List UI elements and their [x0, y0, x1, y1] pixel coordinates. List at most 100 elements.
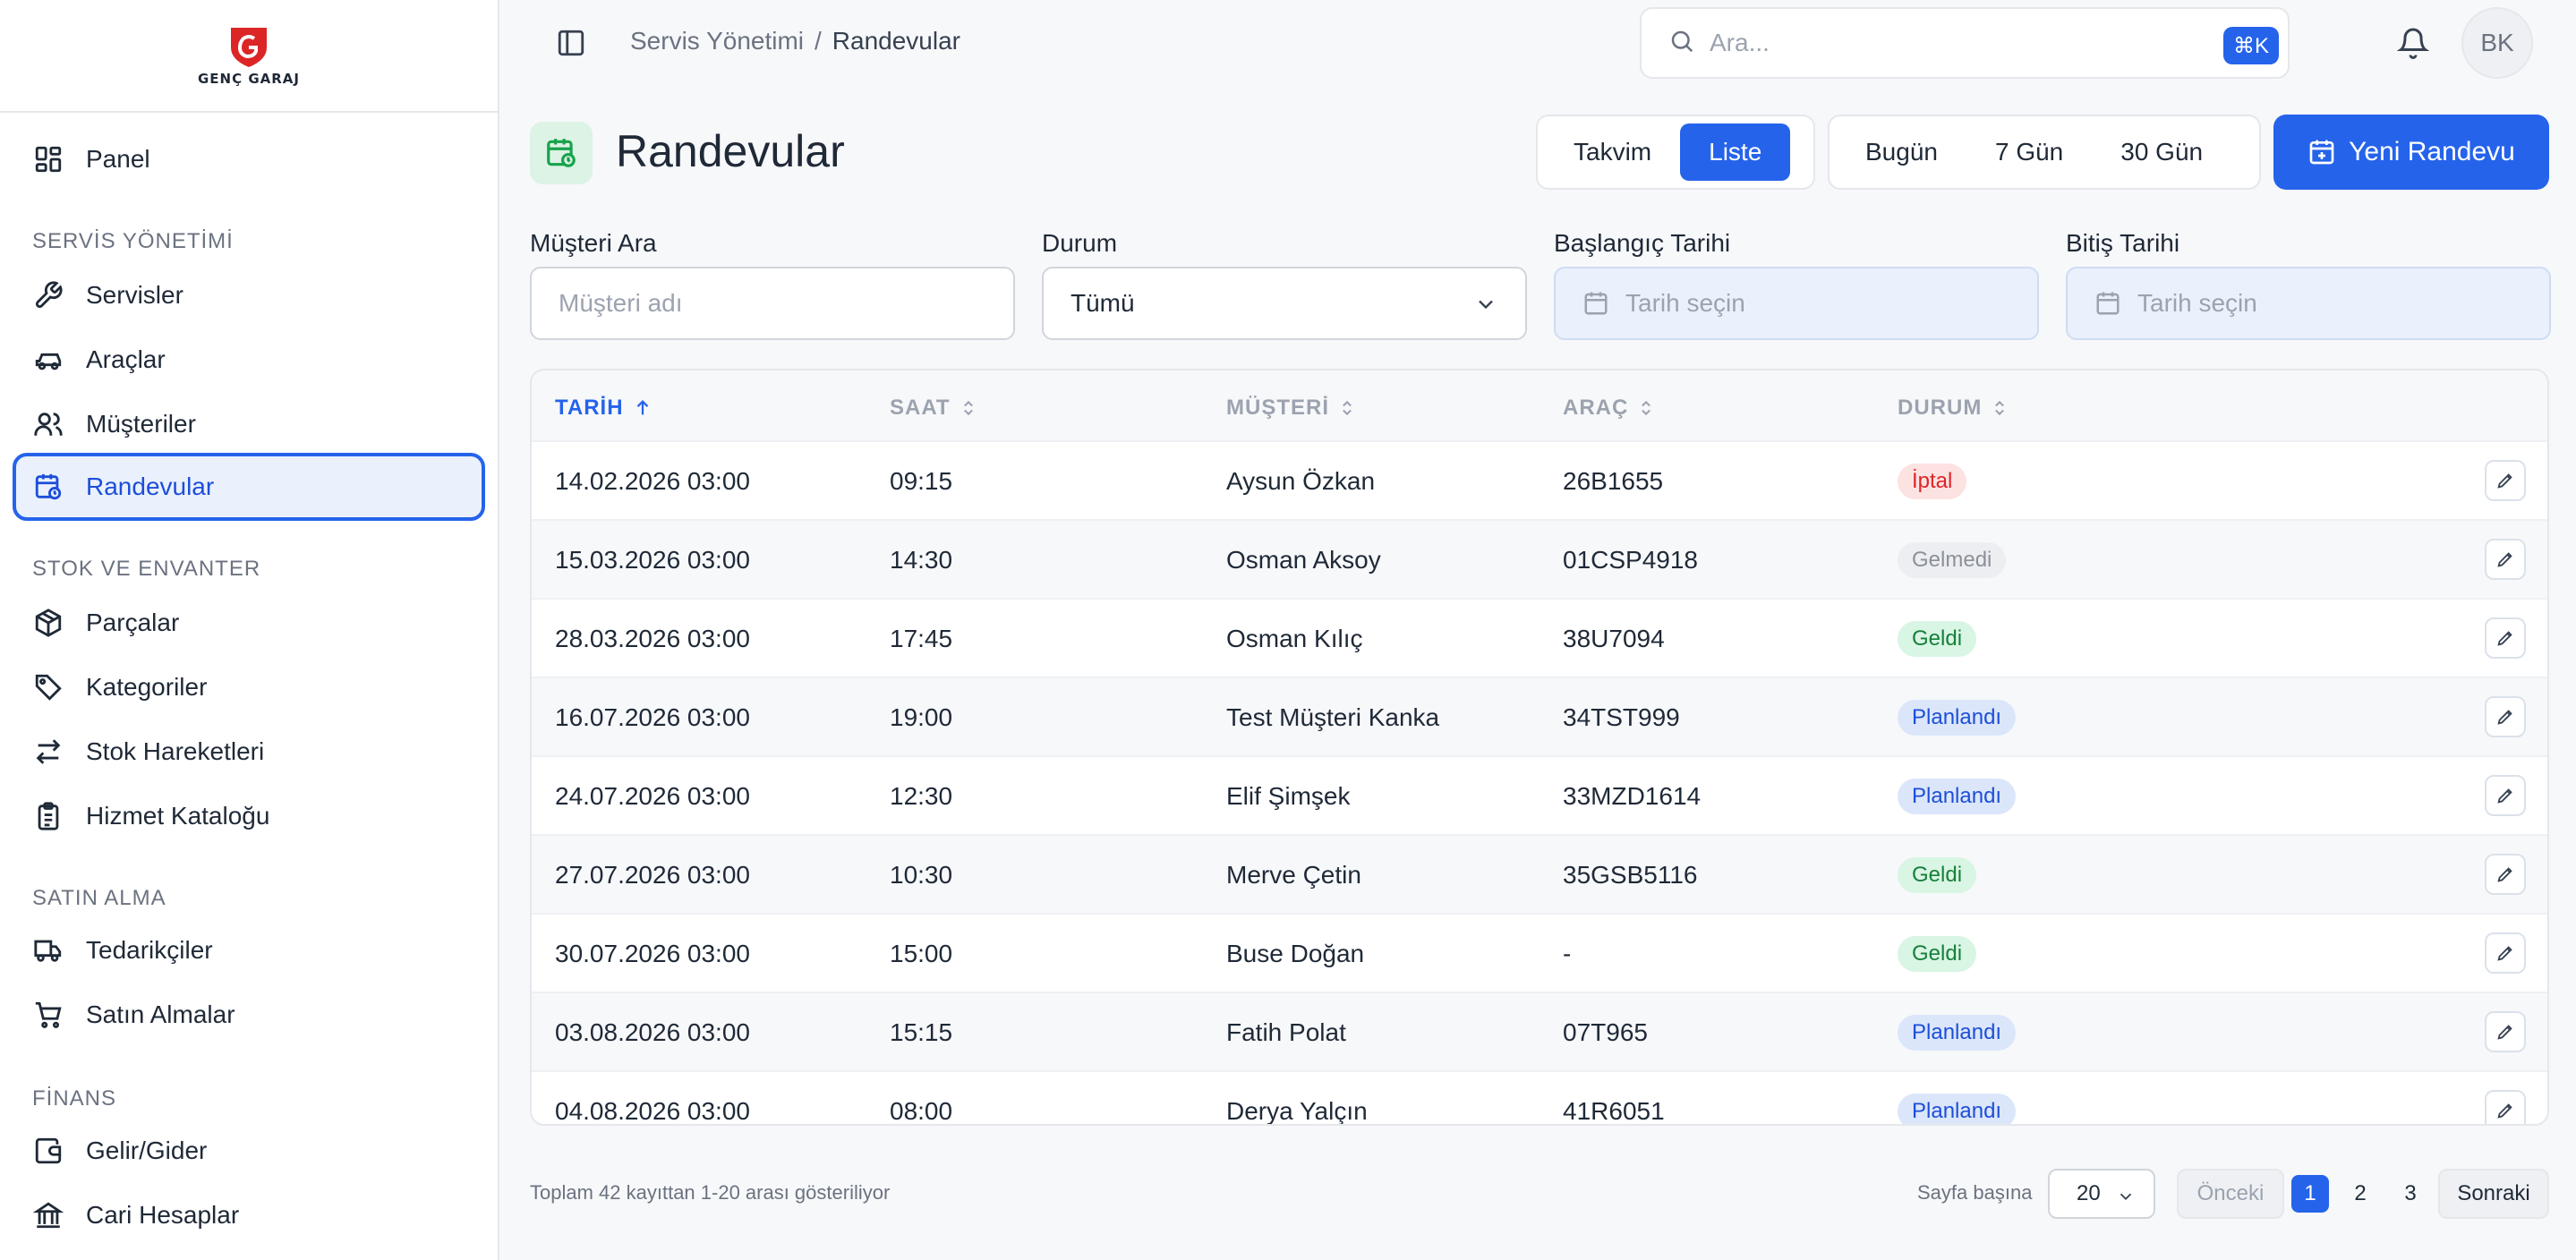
range-filter: Bugün 7 Gün 30 Gün — [1828, 115, 2261, 190]
pencil-icon — [2497, 867, 2512, 882]
sidebar-item-panel[interactable]: Panel — [13, 125, 485, 193]
status-select-value: Tümü — [1070, 289, 1135, 317]
customer-search-input[interactable]: Müşteri adı — [530, 267, 1015, 340]
calendar-icon — [1582, 290, 1609, 317]
range-30gun-button[interactable]: 30 Gün — [2092, 123, 2231, 181]
table-row[interactable]: 28.03.2026 03:00 17:45 Osman Kılıç 38U7094 G… — [532, 600, 2547, 678]
sidebar-item-kategoriler[interactable]: Kategoriler — [13, 653, 485, 721]
sidebar-item-label: Satın Almalar — [86, 1000, 235, 1028]
pagination-page-3[interactable]: 3 — [2392, 1169, 2429, 1219]
table-row[interactable]: 30.07.2026 03:00 15:00 Buse Doğan - Geldi — [532, 915, 2547, 993]
start-date-input[interactable]: Tarih seçin — [1554, 267, 2039, 340]
table-row[interactable]: 15.03.2026 03:00 14:30 Osman Aksoy 01CSP491… — [532, 521, 2547, 600]
pagination-page-1[interactable]: 1 — [2291, 1175, 2329, 1213]
column-header-label: SAAT — [890, 396, 951, 420]
sidebar-item-label: Tedarikçiler — [86, 936, 213, 964]
table-row[interactable]: 03.08.2026 03:00 15:15 Fatih Polat 07T965 Pl… — [532, 993, 2547, 1072]
sidebar-item-stok-hareketleri[interactable]: Stok Hareketleri — [13, 718, 485, 786]
cell-musteri: Aysun Özkan — [1226, 467, 1376, 495]
sidebar-item-tedarikciler[interactable]: Tedarikçiler — [13, 916, 485, 984]
edit-button[interactable] — [2485, 932, 2526, 974]
sidebar-item-hizmet-katalogu[interactable]: Hizmet Kataloğu — [13, 782, 485, 850]
column-header-saat[interactable]: SAAT — [890, 396, 977, 421]
start-date-placeholder: Tarih seçin — [1625, 289, 1745, 317]
sidebar-item-musteriler[interactable]: Müşteriler — [13, 390, 485, 458]
cell-tarih: 24.07.2026 03:00 — [555, 782, 750, 810]
view-liste-button[interactable]: Liste — [1680, 123, 1791, 181]
table-row[interactable]: 14.02.2026 03:00 09:15 Aysun Özkan 26B1655 İ… — [532, 442, 2547, 521]
pagination-next-button[interactable]: Sonraki — [2438, 1169, 2549, 1219]
per-page-label: Sayfa başına — [1917, 1181, 2033, 1204]
breadcrumb-parent[interactable]: Servis Yönetimi — [630, 27, 804, 55]
column-header-tarih[interactable]: TARİH — [555, 396, 653, 421]
breadcrumb: Servis Yönetimi / Randevular — [630, 27, 960, 55]
edit-button[interactable] — [2485, 460, 2526, 501]
edit-button[interactable] — [2485, 1090, 2526, 1124]
table-row[interactable]: 27.07.2026 03:00 10:30 Merve Çetin 35GSB511… — [532, 836, 2547, 915]
pagination-summary: Toplam 42 kayıttan 1-20 arası gösteriliy… — [530, 1181, 891, 1204]
section-label-servis: SERVİS YÖNETİMİ — [32, 229, 234, 253]
sidebar-toggle-icon[interactable] — [553, 25, 589, 61]
range-bugun-button[interactable]: Bugün — [1837, 123, 1966, 181]
grid-icon — [30, 141, 66, 177]
new-appointment-button[interactable]: Yeni Randevu — [2273, 115, 2549, 190]
arrows-left-right-icon — [30, 734, 66, 770]
avatar[interactable]: BK — [2461, 7, 2533, 79]
edit-button[interactable] — [2485, 696, 2526, 737]
cell-musteri: Fatih Polat — [1226, 1018, 1346, 1046]
pagination-page-2[interactable]: 2 — [2341, 1169, 2379, 1219]
section-label-finans: FİNANS — [32, 1086, 117, 1111]
edit-button[interactable] — [2485, 1011, 2526, 1052]
edit-button[interactable] — [2485, 539, 2526, 580]
range-7gun-button[interactable]: 7 Gün — [1966, 123, 2092, 181]
sidebar-item-randevular[interactable]: Randevular — [13, 453, 485, 521]
table-row[interactable]: 24.07.2026 03:00 12:30 Elif Şimşek 33MZD161… — [532, 757, 2547, 836]
cell-saat: 19:00 — [890, 703, 953, 731]
status-badge: İptal — [1898, 464, 1967, 499]
start-date-label: Başlangıç Tarihi — [1554, 229, 1731, 257]
column-header-label: DURUM — [1898, 396, 1983, 420]
view-takvim-button[interactable]: Takvim — [1545, 123, 1680, 181]
status-badge: Gelmedi — [1898, 542, 2007, 578]
logo-shield-icon — [231, 28, 267, 67]
search-shortcut: ⌘K — [2223, 27, 2279, 64]
sort-icon — [1637, 398, 1655, 418]
sidebar-item-cari-hesaplar[interactable]: Cari Hesaplar — [13, 1181, 485, 1249]
column-header-arac[interactable]: ARAÇ — [1563, 396, 1655, 421]
cell-tarih: 27.07.2026 03:00 — [555, 861, 750, 889]
table-header: TARİH SAAT MÜŞTERİ ARAÇ DURUM — [532, 370, 2547, 442]
sidebar-item-servisler[interactable]: Servisler — [13, 261, 485, 329]
status-select[interactable]: Tümü — [1042, 267, 1527, 340]
per-page-select[interactable]: 20 — [2048, 1169, 2155, 1219]
end-date-input[interactable]: Tarih seçin — [2066, 267, 2551, 340]
sort-icon — [1338, 398, 1356, 418]
edit-button[interactable] — [2485, 775, 2526, 816]
logo[interactable]: GENÇ GARAJ — [0, 0, 498, 113]
table-row[interactable]: 04.08.2026 03:00 08:00 Derya Yalçın 41R6051… — [532, 1072, 2547, 1125]
sidebar-item-satin-almalar[interactable]: Satın Almalar — [13, 981, 485, 1049]
edit-button[interactable] — [2485, 617, 2526, 659]
cell-arac: 07T965 — [1563, 1018, 1648, 1046]
sidebar-item-gelir-gider[interactable]: Gelir/Gider — [13, 1117, 485, 1185]
pagination-prev-button[interactable]: Önceki — [2177, 1169, 2284, 1219]
cell-tarih: 04.08.2026 03:00 — [555, 1097, 750, 1125]
wallet-icon — [30, 1133, 66, 1169]
cell-arac: 34TST999 — [1563, 703, 1680, 731]
sidebar-item-araclar[interactable]: Araçlar — [13, 326, 485, 394]
cell-arac: 41R6051 — [1563, 1097, 1665, 1125]
sidebar-item-label: Hizmet Kataloğu — [86, 802, 270, 830]
cell-saat: 10:30 — [890, 861, 953, 889]
end-date-placeholder: Tarih seçin — [2137, 289, 2257, 317]
global-search[interactable]: Ara... ⌘K — [1640, 7, 2290, 79]
edit-button[interactable] — [2485, 854, 2526, 895]
sidebar-item-parcalar[interactable]: Parçalar — [13, 589, 485, 657]
cell-arac: 35GSB5116 — [1563, 861, 1698, 889]
sidebar: GENÇ GARAJ Panel SERVİS YÖNETİMİ Servisl… — [0, 0, 499, 1260]
column-header-durum[interactable]: DURUM — [1898, 396, 2009, 421]
column-header-musteri[interactable]: MÜŞTERİ — [1226, 396, 1356, 421]
sidebar-item-label: Parçalar — [86, 609, 180, 636]
pencil-icon — [2497, 1103, 2512, 1119]
table-row[interactable]: 16.07.2026 03:00 19:00 Test Müşteri Kanka 3… — [532, 678, 2547, 757]
bell-icon[interactable] — [2392, 21, 2435, 64]
status-badge: Geldi — [1898, 621, 1977, 657]
